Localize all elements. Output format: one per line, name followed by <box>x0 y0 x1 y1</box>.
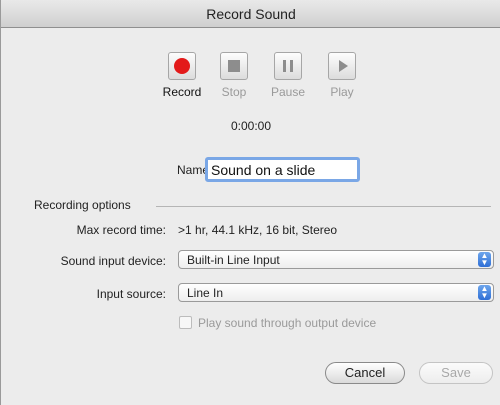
play-icon <box>339 60 348 72</box>
record-label: Record <box>162 85 202 99</box>
input-device-value: Built-in Line Input <box>187 253 280 267</box>
pause-label: Pause <box>270 85 306 99</box>
recording-controls: Record Stop Pause Play <box>1 52 500 112</box>
play-through-checkbox[interactable] <box>179 316 192 329</box>
pause-icon-bar <box>290 60 293 72</box>
save-button[interactable]: Save <box>419 362 493 384</box>
play-control[interactable]: Play <box>319 52 365 99</box>
title-bar[interactable]: Record Sound <box>1 0 500 28</box>
group-divider <box>156 206 491 207</box>
record-sound-dialog: Record Sound Record Stop Pause Play 0:00… <box>0 0 500 405</box>
record-button[interactable] <box>168 52 196 80</box>
record-icon <box>174 58 190 74</box>
max-record-time-label: Max record time: <box>76 223 166 237</box>
input-source-label: Input source: <box>96 287 166 301</box>
select-arrows-icon: ▲ ▼ <box>478 285 491 300</box>
record-control[interactable]: Record <box>159 52 205 99</box>
select-arrows-icon: ▲ ▼ <box>478 252 491 267</box>
pause-control[interactable]: Pause <box>265 52 311 99</box>
input-device-select[interactable]: Built-in Line Input ▲ ▼ <box>178 250 494 269</box>
stop-label: Stop <box>221 85 247 99</box>
pause-button[interactable] <box>274 52 302 80</box>
name-input[interactable]: Sound on a slide <box>205 157 360 182</box>
stop-control[interactable]: Stop <box>211 52 257 99</box>
play-label: Play <box>330 85 354 99</box>
cancel-button[interactable]: Cancel <box>325 362 405 384</box>
input-source-select[interactable]: Line In ▲ ▼ <box>178 283 494 302</box>
max-record-time-value: >1 hr, 44.1 kHz, 16 bit, Stereo <box>178 223 338 237</box>
recording-options-heading: Recording options <box>34 198 131 212</box>
play-button[interactable] <box>328 52 356 80</box>
play-through-label: Play sound through output device <box>198 316 377 330</box>
window-title: Record Sound <box>206 6 296 22</box>
stop-icon <box>228 60 240 72</box>
input-device-label: Sound input device: <box>60 254 166 268</box>
play-through-option[interactable]: Play sound through output device <box>179 316 376 330</box>
pause-icon <box>283 60 286 72</box>
elapsed-time: 0:00:00 <box>230 119 272 133</box>
stop-button[interactable] <box>220 52 248 80</box>
input-source-value: Line In <box>187 286 224 300</box>
